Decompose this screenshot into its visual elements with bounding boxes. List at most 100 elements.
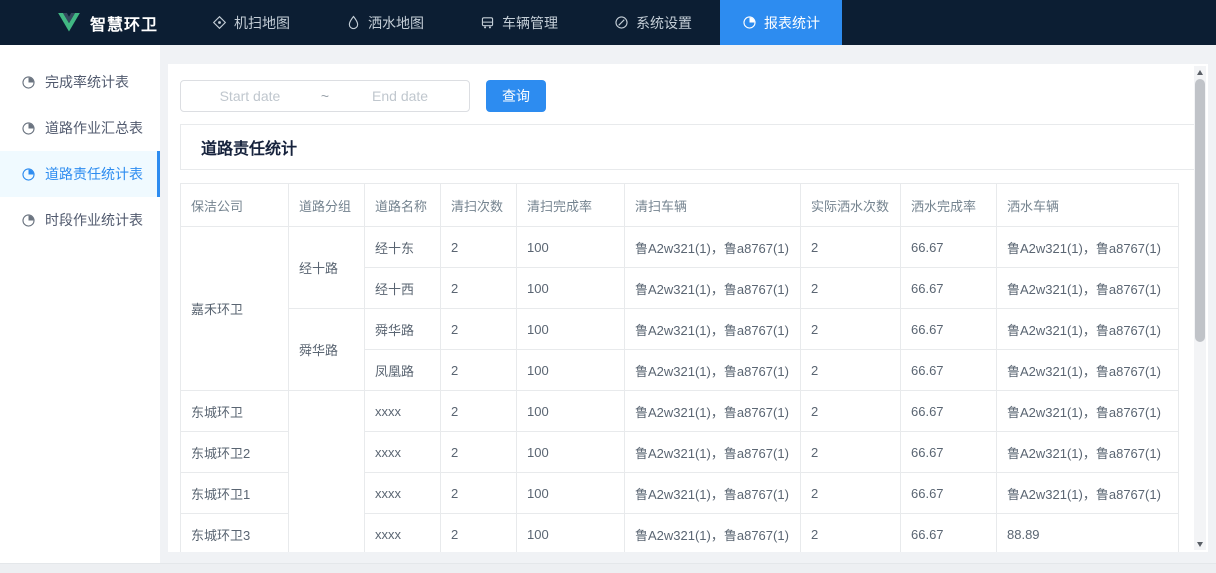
- scrollbar-thumb[interactable]: [1195, 79, 1205, 342]
- pie-chart-icon: [21, 213, 36, 228]
- table-cell: 鲁A2w321(1)，鲁a8767(1): [624, 226, 801, 268]
- table-cell: 66.67: [900, 267, 997, 309]
- table-cell: 经十东: [364, 226, 441, 268]
- sweep-map-icon: [212, 15, 227, 30]
- nav-item-label: 机扫地图: [234, 14, 291, 31]
- nav-item-label: 报表统计: [764, 14, 821, 31]
- table-header-cell: 洒水车辆: [996, 183, 1179, 227]
- table-header-cell: 清扫车辆: [624, 183, 801, 227]
- table-cell: 100: [516, 431, 625, 473]
- table-cell: 舜华路: [364, 308, 441, 350]
- table-cell: 2: [440, 472, 517, 514]
- table-cell: 100: [516, 308, 625, 350]
- top-navbar: 智慧环卫 机扫地图 洒水地图 车辆管理 系统设置 报表统计: [0, 0, 1216, 45]
- report-icon: [742, 15, 757, 30]
- report-panel: Start date ~ End date 查询 道路责任统计 保洁公司 道路分…: [168, 64, 1208, 552]
- table-cell: [288, 390, 365, 552]
- table-cell: 2: [800, 308, 901, 350]
- sidebar-item-0[interactable]: 完成率统计表: [0, 59, 160, 105]
- table-header-cell: 实际洒水次数: [800, 183, 901, 227]
- table-cell: 鲁A2w321(1)，鲁a8767(1): [996, 226, 1179, 268]
- table-cell: 66.67: [900, 472, 997, 514]
- vertical-scrollbar[interactable]: [1194, 66, 1206, 550]
- table-cell: 鲁A2w321(1)，鲁a8767(1): [996, 390, 1179, 432]
- panel-title-box: 道路责任统计: [180, 124, 1196, 170]
- table-header-cell: 道路名称: [364, 183, 441, 227]
- statistics-table: 保洁公司 道路分组 道路名称 清扫次数 清扫完成率 清扫车辆 实际洒水次数 洒水完成率 洒水车辆…: [180, 183, 1179, 552]
- table-cell: 舜华路: [288, 308, 365, 391]
- page-title: 道路责任统计: [201, 141, 298, 158]
- table-cell: 66.67: [900, 308, 997, 350]
- footer-strip: [0, 563, 1216, 573]
- app-window: 智慧环卫 机扫地图 洒水地图 车辆管理 系统设置 报表统计 完成率统计表 道路作业汇总表道…: [0, 0, 1216, 573]
- table-cell: 东城环卫: [180, 390, 289, 432]
- table-body: 嘉禾环卫 经十路 经十东 2 100 鲁A2w321(1)，鲁a8767(1) 2 66.67…: [180, 226, 1179, 552]
- table-cell: 鲁A2w321(1)，鲁a8767(1): [624, 349, 801, 391]
- nav-item-1[interactable]: 洒水地图: [330, 0, 440, 45]
- nav-menu: 机扫地图 洒水地图 车辆管理 系统设置 报表统计: [184, 0, 843, 45]
- nav-item-label: 车辆管理: [502, 14, 559, 31]
- table-cell: xxxx: [364, 513, 441, 552]
- vehicle-icon: [480, 15, 495, 30]
- table-header-cell: 道路分组: [288, 183, 365, 227]
- water-map-icon: [346, 15, 361, 30]
- sidebar-item-1[interactable]: 道路作业汇总表: [0, 105, 160, 151]
- table-cell: 嘉禾环卫: [180, 226, 289, 391]
- table-cell: 2: [440, 308, 517, 350]
- sidebar-item-3[interactable]: 时段作业统计表: [0, 197, 160, 243]
- table-cell: 鲁A2w321(1)，鲁a8767(1): [996, 349, 1179, 391]
- query-toolbar: Start date ~ End date 查询: [180, 80, 1196, 112]
- table-cell: 2: [440, 431, 517, 473]
- settings-icon: [614, 15, 629, 30]
- sidebar-item-label: 道路作业汇总表: [45, 120, 143, 136]
- query-button[interactable]: 查询: [486, 80, 546, 112]
- date-range-separator: ~: [320, 88, 330, 104]
- table-cell: 66.67: [900, 226, 997, 268]
- start-date-input[interactable]: Start date: [181, 88, 319, 104]
- table-cell: 100: [516, 349, 625, 391]
- table-cell: 2: [440, 390, 517, 432]
- table-cell: xxxx: [364, 472, 441, 514]
- table-cell: 2: [800, 390, 901, 432]
- nav-item-3[interactable]: 系统设置: [598, 0, 708, 45]
- sidebar-item-2[interactable]: 道路责任统计表: [0, 151, 160, 197]
- table-cell: 东城环卫1: [180, 472, 289, 514]
- date-range-picker[interactable]: Start date ~ End date: [180, 80, 470, 112]
- table-cell: 100: [516, 226, 625, 268]
- table-cell: 2: [440, 513, 517, 552]
- table-row: 东城环卫 xxxx 2 100 鲁A2w321(1)，鲁a8767(1) 2 66.67 鲁A…: [180, 390, 1179, 552]
- table-cell: 66.67: [900, 390, 997, 432]
- scroll-down-icon[interactable]: [1194, 538, 1206, 550]
- nav-item-2[interactable]: 车辆管理: [464, 0, 574, 45]
- table-cell: 鲁A2w321(1)，鲁a8767(1): [624, 308, 801, 350]
- table-cell: 鲁A2w321(1)，鲁a8767(1): [624, 472, 801, 514]
- table-cell: 100: [516, 472, 625, 514]
- table-cell: 2: [800, 472, 901, 514]
- table-cell: 东城环卫2: [180, 431, 289, 473]
- table-cell: 鲁A2w321(1)，鲁a8767(1): [624, 431, 801, 473]
- table-cell: 鲁A2w321(1)，鲁a8767(1): [996, 308, 1179, 350]
- content-layout: 完成率统计表道路作业汇总表 道路责任统计表时段作业统计表 Start date ~…: [0, 45, 1216, 563]
- nav-item-4[interactable]: 报表统计: [720, 0, 843, 45]
- table-cell: xxxx: [364, 431, 441, 473]
- table-cell: 鲁A2w321(1)，鲁a8767(1): [996, 431, 1179, 473]
- table-cell: 经十西: [364, 267, 441, 309]
- nav-item-label: 系统设置: [636, 14, 693, 31]
- table-cell: 88.89: [996, 513, 1179, 552]
- scroll-up-icon[interactable]: [1194, 66, 1206, 78]
- table-header-row: 保洁公司 道路分组 道路名称 清扫次数 清扫完成率 清扫车辆 实际洒水次数 洒水完成率 洒水车辆: [180, 183, 1179, 227]
- table-cell: 2: [800, 267, 901, 309]
- end-date-input[interactable]: End date: [331, 88, 469, 104]
- nav-item-label: 洒水地图: [368, 14, 425, 31]
- table-cell: 鲁A2w321(1)，鲁a8767(1): [624, 267, 801, 309]
- table-cell: 66.67: [900, 349, 997, 391]
- pie-chart-icon: [21, 121, 36, 136]
- table-cell: 100: [516, 390, 625, 432]
- nav-item-0[interactable]: 机扫地图: [196, 0, 306, 45]
- sidebar-menu: 完成率统计表道路作业汇总表 道路责任统计表时段作业统计表: [0, 45, 160, 563]
- table-header-cell: 清扫完成率: [516, 183, 625, 227]
- sidebar-item-label: 道路责任统计表: [45, 166, 143, 182]
- table-header-cell: 清扫次数: [440, 183, 517, 227]
- table-cell: 100: [516, 513, 625, 552]
- brand-title: 智慧环卫: [90, 16, 159, 34]
